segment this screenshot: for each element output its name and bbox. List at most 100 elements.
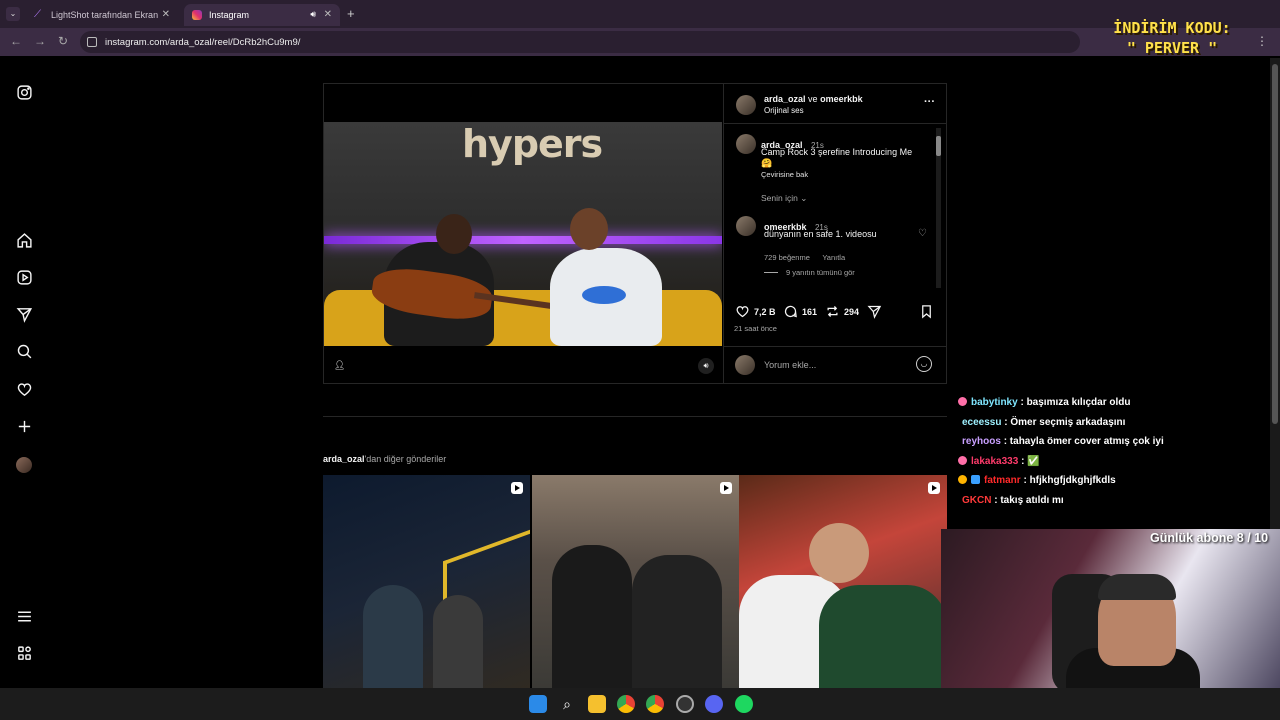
more-posts-username[interactable]: arda_ozal	[323, 454, 365, 464]
chrome-icon[interactable]	[617, 695, 635, 713]
chat-user: lakaka333	[971, 455, 1019, 467]
face	[809, 523, 869, 583]
chat-line: GKCN : takış atıldı mı	[958, 495, 1258, 515]
save-button[interactable]	[919, 304, 938, 319]
shirt-graphic	[582, 286, 626, 304]
instagram-icon	[192, 10, 202, 20]
discord-icon[interactable]	[705, 695, 723, 713]
reels-icon[interactable]	[14, 267, 34, 287]
app-icon[interactable]	[676, 695, 694, 713]
search-icon[interactable]	[14, 341, 34, 361]
comment-input[interactable]: Yorum ekle...	[764, 360, 816, 370]
chat-message: : ✅	[1021, 455, 1040, 467]
view-replies-link[interactable]: 9 yanıtın tümünü gör	[786, 268, 855, 277]
comment-like-icon[interactable]: ♡	[918, 228, 927, 239]
tab-title: Instagram	[209, 10, 250, 20]
promo-line-1: İNDİRİM KODU:	[1113, 19, 1231, 37]
chat-badge-icon	[971, 475, 980, 485]
more-menu-icon[interactable]	[14, 606, 34, 626]
tab-title: LightShot tarafından Ekran Görü	[51, 10, 161, 20]
singer-head	[570, 208, 608, 250]
address-bar-row: ← → ↻ instagram.com/arda_ozal/reel/DcRb2…	[0, 28, 1280, 56]
browser-tab-lightshot[interactable]: ⟋ LightShot tarafından Ekran Görü ✕	[26, 4, 178, 26]
reel-video[interactable]: hypers 👤︎ 🔊︎	[324, 84, 722, 383]
chat-message: : Ömer seçmiş arkadaşını	[1004, 416, 1126, 428]
repost-count: 294	[844, 306, 860, 317]
audio-label[interactable]: Orijinal ses	[764, 106, 804, 115]
chat-line: lakaka333 : ✅	[958, 455, 1258, 476]
video-frame: hypers 👤︎ 🔊︎	[324, 122, 722, 374]
joiner-text: ve	[808, 94, 818, 104]
guitarist-head	[436, 214, 472, 254]
chrome-icon[interactable]	[646, 695, 664, 713]
browser-tab-instagram[interactable]: Instagram 🔊︎ ✕	[184, 4, 340, 26]
person	[632, 555, 722, 688]
chat-message: : hfjkhgfjdkghjfkdls	[1023, 475, 1116, 487]
share-button[interactable]	[867, 304, 886, 319]
create-plus-icon[interactable]	[14, 416, 34, 436]
back-icon[interactable]: ←	[10, 34, 22, 48]
page-scrollbar-thumb[interactable]	[1272, 64, 1278, 424]
promo-code-overlay: İNDİRİM KODU: " PERVER "	[1104, 18, 1240, 64]
browser-menu-icon[interactable]: ⋮	[1256, 34, 1268, 48]
caption-text: Camp Rock 3 şerefine Introducing Me	[761, 147, 913, 157]
reply-link[interactable]: Yanıtla	[822, 253, 845, 262]
close-tab-icon[interactable]: ✕	[162, 9, 170, 20]
close-tab-icon[interactable]: ✕	[324, 9, 332, 20]
comments-list[interactable]: arda_ozal 21s Camp Rock 3 şerefine Intro…	[724, 124, 947, 294]
spotify-icon[interactable]	[735, 695, 753, 713]
comment-filter[interactable]: Senin için ⌄	[761, 193, 807, 204]
heart-icon[interactable]	[14, 379, 34, 399]
chat-line: babytinky : başımıza kılıçdar oldu	[958, 397, 1258, 417]
chat-message: : başımıza kılıçdar oldu	[1020, 397, 1131, 408]
emoji-picker-icon[interactable]: ◡	[916, 356, 932, 372]
coauthor-username[interactable]: omeerkbk	[820, 94, 863, 104]
more-options-icon[interactable]: ···	[924, 96, 935, 108]
stream-chat: babytinky : başımıza kılıçdar oldu ecees…	[958, 397, 1258, 515]
heart-icon	[736, 306, 749, 318]
comment-filter-label: Senin için	[761, 193, 798, 203]
reel-icon	[928, 482, 940, 494]
author-username[interactable]: arda_ozal	[764, 94, 806, 104]
chat-message: : tahayla ömer cover atmış çok iyi	[1003, 436, 1164, 448]
post-thumbnail[interactable]	[532, 475, 739, 688]
comment-button[interactable]: 161	[783, 304, 817, 319]
see-translation-link[interactable]: Çevirisine bak	[761, 170, 808, 179]
file-explorer-icon[interactable]	[588, 695, 606, 713]
tagged-user-icon[interactable]: 👤︎	[334, 360, 345, 371]
speaker-icon[interactable]: 🔊︎	[310, 9, 316, 20]
chat-line: eceessu : Ömer seçmiş arkadaşını	[958, 417, 1258, 437]
chevron-down-icon: ⌄	[800, 193, 808, 203]
site-info-icon[interactable]	[87, 37, 97, 47]
new-tab-button[interactable]: +	[347, 6, 355, 21]
repost-button[interactable]: 294	[825, 304, 859, 319]
profile-avatar[interactable]	[14, 455, 34, 475]
like-button[interactable]: 7,2 B	[735, 304, 776, 319]
tab-list-dropdown-icon[interactable]: ⌄	[6, 7, 20, 21]
commenter-avatar[interactable]	[736, 216, 756, 236]
comment-likes[interactable]: 729 beğenme	[764, 253, 810, 262]
comments-scrollbar-thumb[interactable]	[936, 136, 941, 156]
chat-user: fatmanr	[984, 475, 1021, 487]
caption-avatar[interactable]	[736, 134, 756, 154]
author-avatar[interactable]	[736, 95, 756, 115]
mute-toggle-icon[interactable]: 🔊︎	[698, 358, 714, 374]
also-from-meta-icon[interactable]	[14, 643, 34, 663]
forward-icon[interactable]: →	[34, 34, 46, 48]
promo-line-2: " PERVER "	[1126, 39, 1218, 57]
home-icon[interactable]	[14, 230, 34, 250]
search-icon[interactable]: ⌕	[558, 695, 576, 713]
url-text[interactable]: instagram.com/arda_ozal/reel/DcRb2hCu9m9…	[105, 37, 300, 48]
windows-start-icon[interactable]	[529, 695, 547, 713]
reload-icon[interactable]: ↻	[58, 34, 68, 48]
messages-icon[interactable]	[14, 304, 34, 324]
bookmark-icon	[922, 305, 931, 319]
instagram-logo-icon[interactable]	[14, 82, 34, 102]
send-icon	[867, 305, 882, 319]
comment-meta: 729 beğenme Yanıtla	[764, 247, 845, 265]
neon-light	[324, 236, 722, 244]
like-count: 7,2 B	[754, 306, 776, 317]
section-divider	[323, 416, 947, 417]
post-thumbnail[interactable]	[739, 475, 947, 688]
post-thumbnail[interactable]	[323, 475, 530, 688]
